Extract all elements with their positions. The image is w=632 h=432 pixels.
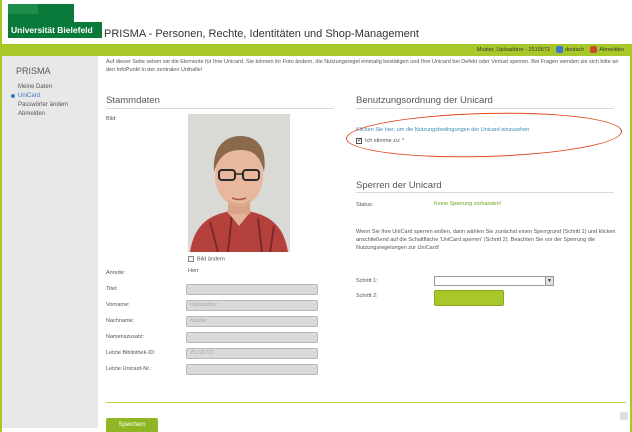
- unicard-nr-field[interactable]: [186, 364, 318, 375]
- nachname-field[interactable]: Muster: [186, 316, 318, 327]
- section-rule: [356, 192, 614, 193]
- footer-rule: [106, 402, 626, 403]
- status-label: Status:: [356, 202, 374, 208]
- logout-icon: [590, 46, 598, 54]
- titel-field[interactable]: [186, 284, 318, 295]
- logo-text: Universität Bielefeld: [8, 22, 102, 38]
- user-name: Muster, Uploaddrer - 2519572: [476, 47, 550, 53]
- intro-text: Auf dieser Seite sehen sie die Elemente …: [106, 59, 619, 73]
- anrede-value: Herr: [188, 268, 199, 274]
- sidebar-title: PRISMA: [16, 66, 51, 76]
- vorname-field[interactable]: Uploaddrer: [186, 300, 318, 311]
- sidebar-item-meine-daten[interactable]: Meine Daten: [18, 84, 52, 90]
- unicard-nr-label: Letzte Unicard-Nr.:: [106, 366, 152, 372]
- edit-icon: [188, 256, 194, 262]
- section-rule: [106, 108, 334, 109]
- section-title-sperren: Sperren der Unicard: [356, 180, 442, 191]
- sidebar-item-passwoerter[interactable]: Passwörter ändern: [18, 102, 68, 108]
- active-indicator: [11, 94, 15, 98]
- sidebar: PRISMA Meine Daten UniCard Passwörter än…: [2, 56, 98, 428]
- bibliothek-id-label: Letzte Bibliothek-ID:: [106, 350, 156, 356]
- scroll-corner: [620, 412, 628, 420]
- nachname-label: Nachname:: [106, 318, 135, 324]
- schritt2-label: Schritt 2:: [356, 293, 378, 299]
- sperren-instructions: Wenn Sie Ihre UniCard sperren wollen, da…: [356, 229, 616, 251]
- schritt1-label: Schritt 1:: [356, 278, 378, 284]
- sidebar-item-label: UniCard: [18, 93, 41, 99]
- user-bar: Muster, Uploaddrer - 2519572 deutsch Abm…: [2, 44, 630, 56]
- titel-label: Titel:: [106, 286, 118, 292]
- namenszusatz-field[interactable]: [186, 332, 318, 343]
- logo-accent: [8, 4, 38, 14]
- language-icon: [555, 46, 563, 54]
- edit-photo-link[interactable]: Bild ändern: [188, 256, 225, 262]
- section-title-benutzungsordnung: Benutzungsordnung der Unicard: [356, 95, 493, 106]
- edit-photo-label: Bild ändern: [197, 256, 225, 263]
- sperrgrund-select[interactable]: ▼: [434, 276, 554, 286]
- anrede-label: Anrede:: [106, 270, 126, 276]
- language-label: deutsch: [564, 47, 585, 53]
- profile-photo: [188, 114, 290, 252]
- chevron-down-icon: ▼: [545, 277, 553, 285]
- annotation-circle: [345, 109, 623, 161]
- language-switch[interactable]: deutsch: [555, 44, 585, 56]
- logout-link[interactable]: Abmelden: [590, 44, 624, 56]
- app-title: PRISMA - Personen, Rechte, Identitäten u…: [104, 28, 419, 40]
- unicard-sperren-button[interactable]: [434, 290, 504, 306]
- vorname-label: Vorname:: [106, 302, 130, 308]
- logout-label: Abmelden: [599, 47, 624, 53]
- namenszusatz-label: Namenszusatz:: [106, 334, 144, 340]
- section-rule: [356, 108, 614, 109]
- save-button[interactable]: Speichern: [106, 418, 158, 432]
- bild-label: Bild:: [106, 116, 117, 122]
- sidebar-item-abmelden[interactable]: Abmelden: [18, 111, 45, 117]
- section-title-stammdaten: Stammdaten: [106, 95, 160, 106]
- status-value: Keine Sperrung vorhanden!: [434, 201, 502, 207]
- bibliothek-id-field[interactable]: 25195721: [186, 348, 318, 359]
- page: Universität Bielefeld PRISMA - Personen,…: [0, 0, 632, 432]
- university-logo[interactable]: Universität Bielefeld: [2, 4, 102, 38]
- sidebar-item-unicard[interactable]: UniCard: [11, 93, 41, 99]
